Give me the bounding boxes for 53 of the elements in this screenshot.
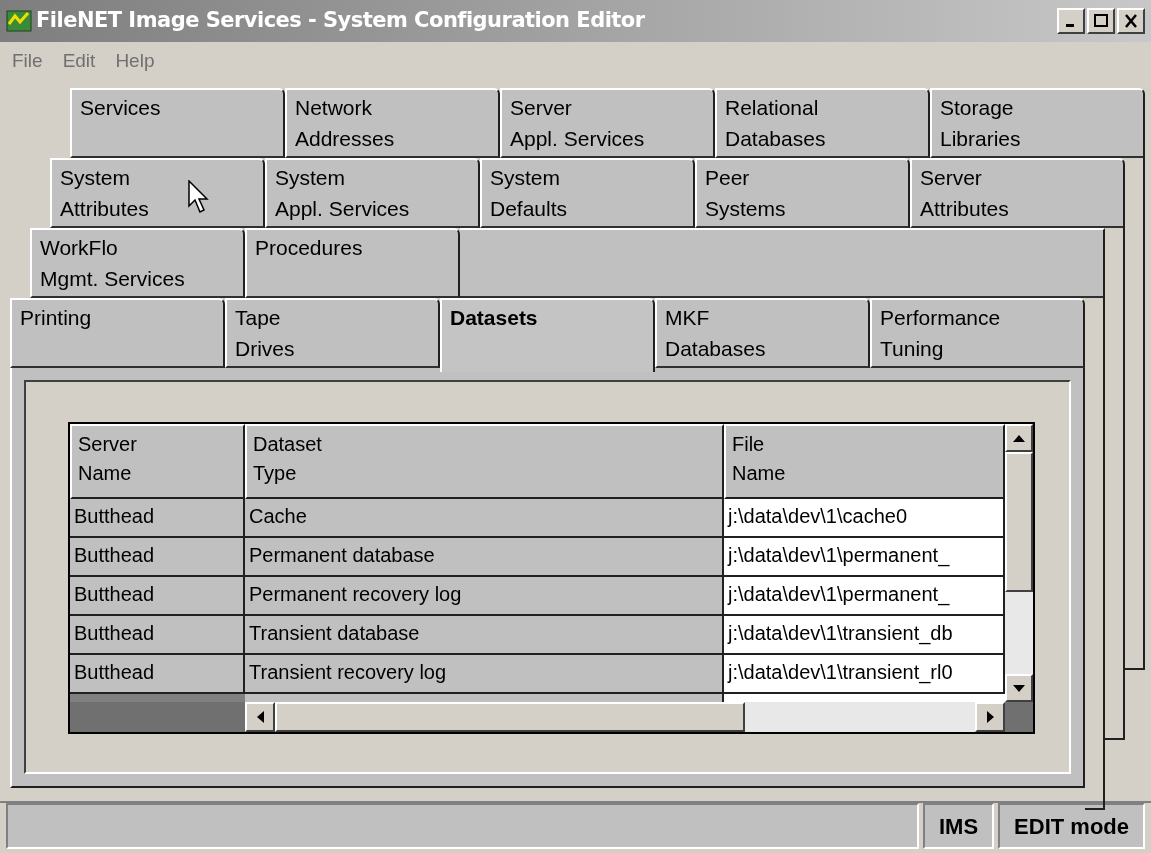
table-cell: Butthead [70, 655, 245, 694]
tab[interactable]: Server Attributes [910, 158, 1125, 228]
table-cell: j:\data\dev\1\permanent_ [724, 538, 1005, 577]
tab[interactable]: Printing [10, 298, 225, 368]
table-cell: Butthead [70, 577, 245, 616]
status-field: EDIT mode [998, 803, 1145, 849]
down-arrow-icon [1013, 684, 1025, 692]
tab[interactable]: System Attributes [50, 158, 265, 228]
tab[interactable]: WorkFlo Mgmt. Services [30, 228, 245, 298]
left-arrow-icon [256, 711, 264, 723]
column-header[interactable]: File Name [724, 424, 1005, 499]
tab[interactable]: System Appl. Services [265, 158, 480, 228]
table-cell: Cache [245, 499, 724, 538]
table-cell: j:\data\dev\1\transient_db [724, 616, 1005, 655]
scrollbar-corner [1005, 702, 1033, 732]
table-cell: Butthead [70, 616, 245, 655]
tab[interactable]: Tape Drives [225, 298, 440, 368]
window-title: FileNET Image Services - System Configuration Editor [36, 7, 645, 35]
tab[interactable]: Services [70, 88, 285, 158]
table-cell: j:\data\dev\1\cache0 [724, 499, 1005, 538]
table-cell: j:\data\dev\1\permanent_ [724, 577, 1005, 616]
minimize-button[interactable] [1057, 8, 1085, 34]
table-cell: Butthead [70, 538, 245, 577]
tab[interactable]: Network Addresses [285, 88, 500, 158]
table-cell: Transient recovery log [245, 655, 724, 694]
app-icon [6, 8, 32, 34]
maximize-button[interactable] [1087, 8, 1115, 34]
tab[interactable]: Peer Systems [695, 158, 910, 228]
table-cell: Permanent database [245, 538, 724, 577]
tab[interactable]: Performance Tuning [870, 298, 1085, 368]
table-cell: Permanent recovery log [245, 577, 724, 616]
horizontal-scrollbar[interactable] [245, 702, 1005, 732]
table-cell: Transient database [245, 616, 724, 655]
tab[interactable]: Storage Libraries [930, 88, 1145, 158]
minimize-icon [1066, 24, 1074, 27]
right-arrow-icon [986, 711, 994, 723]
up-arrow-icon [1013, 434, 1025, 442]
table-cell: Butthead [70, 499, 245, 538]
tab[interactable]: MKF Databases [655, 298, 870, 368]
close-button[interactable] [1117, 8, 1145, 34]
status-field: IMS [922, 803, 995, 849]
mouse-pointer-icon [188, 180, 212, 214]
tab[interactable]: Server Appl. Services [500, 88, 715, 158]
tab[interactable]: System Defaults [480, 158, 695, 228]
tab[interactable]: Relational Databases [715, 88, 930, 158]
maximize-icon [1094, 14, 1108, 27]
column-header[interactable]: Server Name [70, 424, 245, 499]
tab[interactable]: Procedures [245, 228, 460, 298]
table-cell: j:\data\dev\1\transient_rl0 [724, 655, 1005, 694]
close-icon [1124, 14, 1138, 28]
vertical-scrollbar[interactable] [1005, 424, 1033, 702]
column-header[interactable]: Dataset Type [245, 424, 724, 499]
tab[interactable]: Datasets [440, 298, 655, 372]
